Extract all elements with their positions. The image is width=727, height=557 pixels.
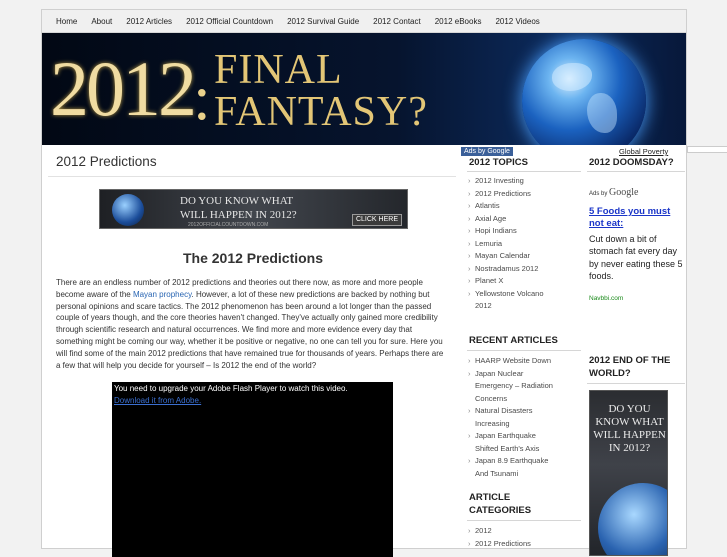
topics-list: 2012 Investing 2012 Predictions Atlantis… — [467, 175, 581, 313]
end-of-world-heading: WORLD? — [589, 368, 631, 379]
category-link[interactable]: 2012 — [467, 525, 581, 538]
category-link[interactable]: 2012 Predictions — [467, 538, 581, 551]
recent-article-link[interactable]: HAARP Website Down — [467, 355, 581, 368]
ad-banner-url: 2012OFFICIALCOUNTDOWN.COM — [188, 222, 269, 228]
recent-article-link-cont[interactable]: Shifted Earth's Axis — [467, 443, 581, 456]
topic-link[interactable]: Yellowstone Volcano — [467, 288, 581, 301]
ads-by-google-badge[interactable]: Ads by Google — [461, 147, 513, 156]
article-categories-heading: CATEGORIES — [469, 505, 532, 516]
topic-link[interactable]: Mayan Calendar — [467, 250, 581, 263]
nav-survival-guide[interactable]: 2012 Survival Guide — [280, 10, 366, 33]
ad-url-link[interactable]: Navbbi.com — [589, 295, 623, 302]
article-body: There are an endless number of 2012 pred… — [56, 277, 448, 371]
countdown-skyscraper-ad[interactable]: DO YOU KNOW WHAT WILL HAPPEN IN 2012? — [589, 390, 668, 556]
nav-ebooks[interactable]: 2012 eBooks — [428, 10, 489, 33]
banner-year: 2012 — [50, 45, 197, 132]
divider — [467, 520, 581, 521]
recent-article-link-cont[interactable]: And Tsunami — [467, 468, 581, 481]
topic-link[interactable]: Hopi Indians — [467, 225, 581, 238]
topic-link[interactable]: Axial Age — [467, 213, 581, 226]
nav-home[interactable]: Home — [42, 10, 84, 33]
article-heading: The 2012 Predictions — [182, 250, 324, 266]
divider — [467, 350, 581, 351]
skyscraper-ad-text: DO YOU KNOW WHAT WILL HAPPEN IN 2012? — [593, 403, 666, 454]
topic-link[interactable]: Lemuria — [467, 238, 581, 251]
recent-article-link[interactable]: Japan Earthquake — [467, 430, 581, 443]
page-container: Home About 2012 Articles 2012 Official C… — [41, 9, 687, 557]
recent-article-link-cont[interactable]: Increasing — [467, 418, 581, 431]
globe-icon — [112, 194, 144, 226]
ads-by-google-label[interactable]: Ads by Google — [589, 187, 638, 198]
divider — [587, 171, 685, 172]
ad-text: Cut down a bit of stomach fat every day … — [589, 234, 683, 282]
article-categories-heading: ARTICLE — [469, 492, 511, 503]
topic-link[interactable]: 2012 Predictions — [467, 188, 581, 201]
flash-upgrade-message: You need to upgrade your Adobe Flash Pla… — [114, 384, 348, 393]
recent-article-link[interactable]: Japan Nuclear — [467, 368, 581, 381]
topic-link[interactable]: Planet X — [467, 275, 581, 288]
recent-article-link-cont[interactable]: Concerns — [467, 393, 581, 406]
banner-line-fantasy: FANTASY? — [214, 89, 428, 135]
global-poverty-link[interactable]: Global Poverty — [619, 147, 668, 156]
countdown-ad-banner[interactable]: DO YOU KNOW WHAT WILL HAPPEN IN 2012? 20… — [99, 189, 408, 229]
recent-article-link[interactable]: Japan 8.9 Earthquake — [467, 455, 581, 468]
site-banner[interactable]: 2012 : FINAL FANTASY? — [42, 33, 686, 145]
globe-graphic — [522, 39, 646, 145]
divider — [48, 176, 456, 177]
topic-link[interactable]: Atlantis — [467, 200, 581, 213]
ads-by-label: Ads by — [589, 191, 608, 197]
recent-articles-heading: RECENT ARTICLES — [469, 335, 558, 346]
divider — [587, 383, 685, 384]
divider — [467, 171, 581, 172]
recent-articles-list: HAARP Website Down Japan Nuclear Emergen… — [467, 355, 581, 480]
video-player[interactable]: You need to upgrade your Adobe Flash Pla… — [112, 382, 393, 557]
ad-banner-headline: DO YOU KNOW WHAT — [180, 195, 294, 207]
topic-link[interactable]: 2012 Investing — [467, 175, 581, 188]
click-here-button[interactable]: CLICK HERE — [352, 214, 402, 226]
topics-heading: 2012 TOPICS — [469, 157, 528, 168]
ad-title-link[interactable]: 5 Foods you must not eat: — [589, 206, 685, 230]
nav-videos[interactable]: 2012 Videos — [488, 10, 546, 33]
ad-banner-subline: WILL HAPPEN IN 2012? — [180, 209, 297, 221]
nav-2012-articles[interactable]: 2012 Articles — [119, 10, 179, 33]
topic-link-cont[interactable]: 2012 — [467, 300, 581, 313]
page-title: 2012 Predictions — [56, 154, 157, 169]
recent-article-link[interactable]: Natural Disasters — [467, 405, 581, 418]
recent-article-link-cont[interactable]: Emergency – Radiation — [467, 380, 581, 393]
global-poverty-widget — [687, 146, 727, 153]
nav-contact[interactable]: 2012 Contact — [366, 10, 428, 33]
globe-icon — [598, 483, 667, 555]
download-adobe-link[interactable]: Download it from Adobe. — [114, 396, 201, 405]
categories-list: 2012 2012 Predictions — [467, 525, 581, 550]
banner-colon: : — [193, 62, 211, 133]
article-text: . However, a lot of these new prediction… — [56, 289, 444, 370]
top-navigation: Home About 2012 Articles 2012 Official C… — [42, 10, 686, 33]
nav-official-countdown[interactable]: 2012 Official Countdown — [179, 10, 280, 33]
mayan-prophecy-link[interactable]: Mayan prophecy — [133, 290, 192, 299]
nav-about[interactable]: About — [84, 10, 119, 33]
topic-link[interactable]: Nostradamus 2012 — [467, 263, 581, 276]
google-logo: Google — [609, 187, 639, 198]
end-of-world-heading: 2012 END OF THE — [589, 355, 671, 366]
doomsday-heading: 2012 DOOMSDAY? — [589, 157, 674, 168]
